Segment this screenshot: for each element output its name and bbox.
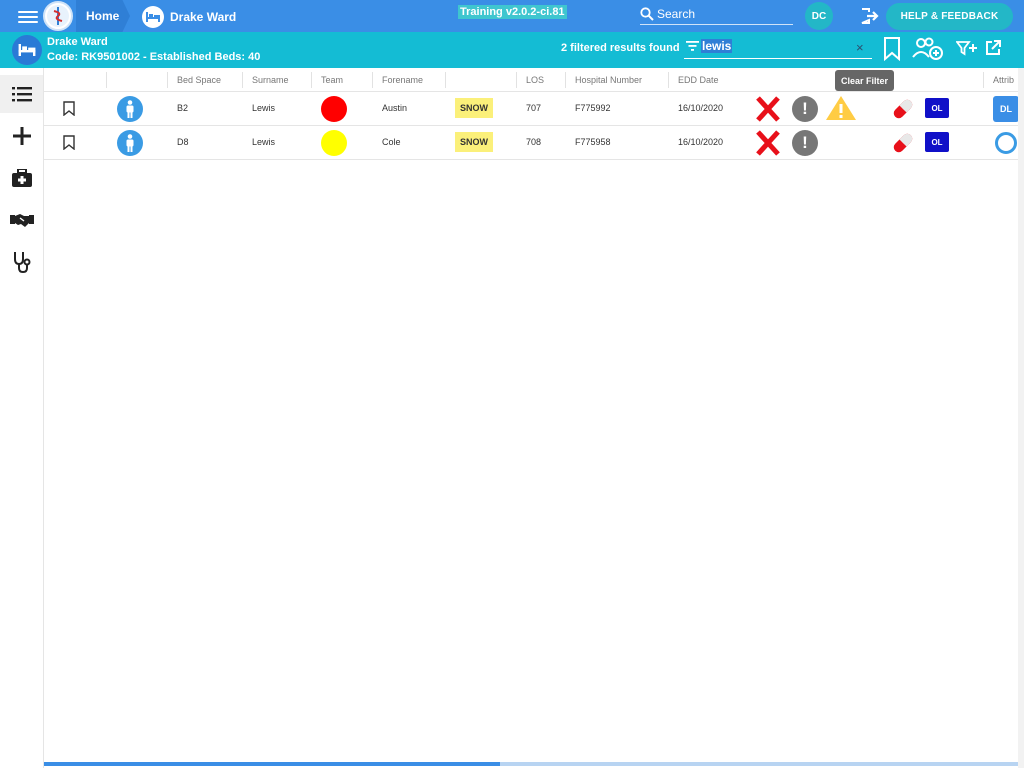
nav-handover[interactable]: [0, 201, 43, 239]
filter-input-value[interactable]: lewis: [701, 39, 733, 53]
red-cross-icon[interactable]: [756, 96, 780, 122]
alert-exclamation-icon[interactable]: !: [792, 130, 818, 156]
vertical-scrollbar[interactable]: [1018, 68, 1024, 768]
handshake-icon: [9, 214, 34, 227]
team-color-red: [321, 96, 347, 122]
nav-medical[interactable]: [0, 159, 43, 197]
user-avatar[interactable]: DC: [805, 2, 833, 30]
stethoscope-icon: [13, 252, 30, 273]
open-external-icon[interactable]: [985, 40, 1001, 61]
bed-space: B2: [177, 103, 189, 113]
length-of-stay: 707: [526, 103, 542, 113]
breadcrumb-ward-label: Drake Ward: [170, 10, 237, 24]
ward-code: Code: RK9501002 - Established Beds: 40: [47, 51, 261, 63]
horizontal-scroll-thumb[interactable]: [44, 762, 500, 766]
consultant-badge[interactable]: SNOW: [455, 98, 493, 118]
patient-male-icon: [117, 96, 143, 122]
patient-filter-field[interactable]: lewis ×: [684, 35, 872, 59]
hospital-number: F775958: [575, 137, 611, 147]
filter-lines-icon: [686, 41, 699, 51]
logout-icon[interactable]: [860, 7, 880, 30]
ward-name: Drake Ward: [47, 36, 108, 48]
dl-attribute-badge[interactable]: DL: [993, 96, 1019, 122]
ol-badge[interactable]: OL: [925, 132, 949, 152]
add-patient-icon[interactable]: [912, 37, 944, 66]
table-row[interactable]: D8 Lewis Cole SNOW 708 F775958 16/10/202…: [44, 126, 1024, 160]
search-icon: [640, 7, 654, 21]
nav-add[interactable]: [0, 117, 43, 155]
red-cross-icon[interactable]: [756, 130, 780, 156]
bed-space: D8: [177, 137, 189, 147]
app-logo[interactable]: [43, 1, 73, 31]
breadcrumb-ward[interactable]: Drake Ward: [142, 6, 236, 28]
hospital-number: F775992: [575, 103, 611, 113]
top-app-bar: Home Drake Ward Training v2.0.2-ci.81 Se…: [0, 0, 1024, 32]
search-placeholder: Search: [657, 7, 696, 21]
length-of-stay: 708: [526, 137, 542, 147]
column-surname[interactable]: Surname: [252, 75, 289, 85]
ward-bed-icon: [12, 35, 42, 65]
edd-date: 16/10/2020: [678, 103, 724, 113]
edd-date: 16/10/2020: [678, 137, 724, 147]
column-bed-space[interactable]: Bed Space: [177, 75, 221, 85]
ward-header-bar: Drake Ward Code: RK9501002 - Established…: [0, 32, 1024, 68]
medication-pill-icon[interactable]: [890, 130, 916, 156]
column-edd-date[interactable]: EDD Date: [678, 75, 719, 85]
consultant-badge[interactable]: SNOW: [455, 132, 493, 152]
row-bookmark-icon[interactable]: [63, 135, 75, 150]
side-navigation: [0, 68, 44, 768]
alert-exclamation-icon[interactable]: !: [792, 96, 818, 122]
row-bookmark-icon[interactable]: [63, 101, 75, 116]
patient-male-icon: [117, 130, 143, 156]
version-label: Training v2.0.2-ci.81: [458, 5, 567, 19]
clear-filter-tooltip: Clear Filter: [835, 70, 895, 91]
warning-triangle-icon[interactable]: [825, 95, 857, 121]
bookmark-icon[interactable]: [882, 37, 902, 66]
add-filter-icon[interactable]: [955, 40, 978, 61]
bed-icon: [142, 6, 164, 28]
forename: Austin: [382, 103, 408, 113]
forename: Cole: [382, 137, 401, 147]
clear-filter-icon[interactable]: ×: [856, 40, 864, 55]
horizontal-scrollbar[interactable]: [44, 762, 1018, 766]
column-los[interactable]: LOS: [526, 75, 544, 85]
column-attributes[interactable]: Attrib: [993, 75, 1014, 85]
hamburger-menu-icon[interactable]: [18, 8, 38, 24]
breadcrumb-home-label[interactable]: Home: [86, 9, 119, 23]
column-hospital-number[interactable]: Hospital Number: [575, 75, 642, 85]
nav-clinical[interactable]: [0, 243, 43, 281]
plus-icon: [12, 127, 31, 145]
ol-badge[interactable]: OL: [925, 98, 949, 118]
help-feedback-button[interactable]: HELP & FEEDBACK: [886, 3, 1013, 30]
filtered-results-count: 2 filtered results found: [561, 42, 680, 54]
surname: Lewis: [252, 137, 276, 147]
medical-bag-icon: [11, 169, 32, 187]
surname: Lewis: [252, 103, 276, 113]
team-color-yellow: [321, 130, 347, 156]
column-team[interactable]: Team: [321, 75, 343, 85]
table-row[interactable]: B2 Lewis Austin SNOW 707 F775992 16/10/2…: [44, 92, 1024, 126]
nav-list[interactable]: [0, 75, 43, 113]
global-search[interactable]: Search: [640, 4, 793, 25]
column-forename[interactable]: Forename: [382, 75, 423, 85]
medication-pill-icon[interactable]: [890, 96, 916, 122]
status-ring-icon[interactable]: [995, 132, 1017, 154]
list-icon: [11, 87, 32, 102]
